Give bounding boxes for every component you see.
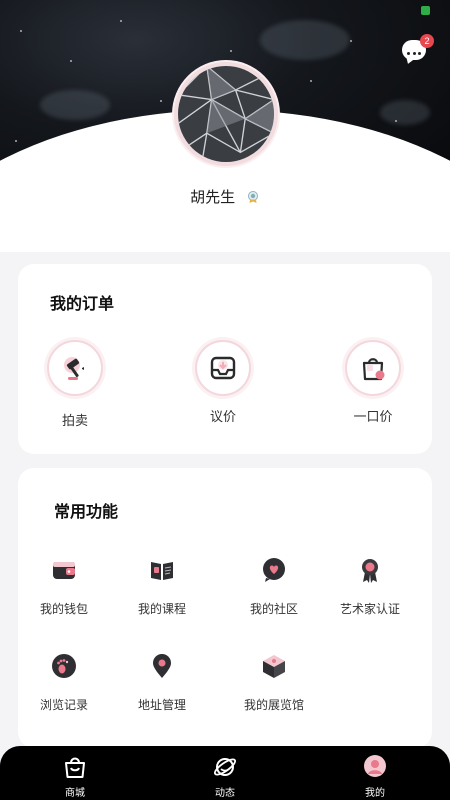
heart-chat-icon — [263, 558, 285, 582]
user-name-row: 胡先生 — [0, 186, 450, 207]
verified-badge-icon — [247, 191, 258, 203]
nav-profile[interactable]: 我的 — [335, 754, 415, 799]
func-courses-label: 我的课程 — [137, 602, 186, 616]
order-fixed-price-label: 一口价 — [353, 410, 393, 425]
func-wallet-label: 我的钱包 — [39, 602, 88, 616]
profile-icon — [364, 755, 386, 777]
func-history[interactable]: 浏览记录 — [14, 652, 114, 713]
nav-shop[interactable]: 商城 — [35, 754, 115, 799]
func-courses[interactable]: 我的课程 — [112, 556, 212, 617]
footprint-icon — [52, 654, 76, 678]
bargain-inbox-icon — [210, 356, 236, 380]
planet-icon — [214, 758, 236, 776]
func-wallet[interactable]: 我的钱包 — [14, 556, 114, 617]
orders-card: 我的订单 拍卖 议价 一口价 — [18, 264, 432, 454]
messages-button[interactable]: 2 — [402, 34, 434, 64]
func-exhibition[interactable]: 我的展览馆 — [224, 652, 324, 713]
nav-feed[interactable]: 动态 — [185, 754, 265, 799]
func-artist-certification-label: 艺术家认证 — [339, 602, 400, 616]
order-fixed-price[interactable]: 一口价 — [328, 340, 418, 425]
functions-title: 常用功能 — [54, 502, 119, 521]
order-bargain-label: 议价 — [209, 410, 236, 425]
orders-title: 我的订单 — [50, 294, 115, 313]
func-address-label: 地址管理 — [137, 698, 186, 712]
func-address[interactable]: 地址管理 — [112, 652, 212, 713]
profile-header: 2 胡先生 — [0, 0, 450, 252]
func-exhibition-label: 我的展览馆 — [243, 698, 304, 712]
fixed-price-bag-icon — [362, 358, 385, 381]
order-auction[interactable]: 拍卖 — [30, 340, 120, 429]
bottom-navigation: 商城 动态 我的 — [0, 746, 450, 800]
nav-profile-label: 我的 — [365, 788, 385, 799]
wallet-icon — [53, 562, 75, 579]
func-artist-certification[interactable]: 艺术家认证 — [320, 556, 420, 617]
status-indicator — [421, 6, 430, 15]
order-auction-label: 拍卖 — [61, 414, 88, 429]
nav-feed-label: 动态 — [215, 788, 235, 799]
nav-shop-label: 商城 — [65, 788, 85, 799]
book-icon — [151, 562, 173, 580]
func-history-label: 浏览记录 — [39, 698, 88, 712]
user-name: 胡先生 — [190, 188, 236, 206]
message-count-badge: 2 — [420, 34, 434, 48]
func-community-label: 我的社区 — [249, 602, 298, 616]
functions-card: 常用功能 我的钱包 我的课程 我的社区 艺术家认证 浏览记录 地址管理 我的展览… — [18, 468, 432, 748]
auction-gavel-icon — [64, 357, 84, 380]
avatar[interactable] — [174, 62, 278, 166]
award-medal-icon — [362, 559, 378, 583]
cube-icon — [263, 655, 285, 678]
order-bargain[interactable]: 议价 — [178, 340, 268, 425]
location-pin-icon — [153, 654, 171, 678]
shop-bag-icon — [65, 757, 85, 778]
func-community[interactable]: 我的社区 — [224, 556, 324, 617]
